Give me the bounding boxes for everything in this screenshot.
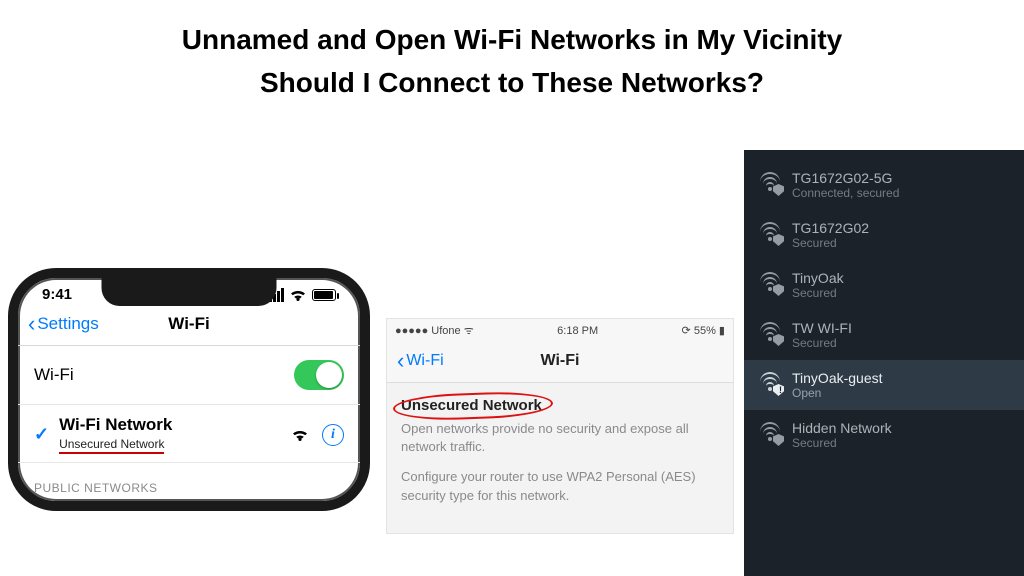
info-icon[interactable]: i — [322, 424, 344, 446]
mid-sync-icon: ⟳ — [682, 325, 694, 337]
wifi-toggle[interactable] — [294, 360, 344, 390]
public-networks-header: PUBLIC NETWORKS — [18, 463, 360, 501]
wifi-network-status: Secured — [792, 286, 844, 300]
back-button[interactable]: ‹ Settings — [28, 313, 99, 335]
wifi-network-name: Hidden Network — [792, 420, 892, 436]
unsecured-network-header: Unsecured Network — [401, 397, 542, 414]
windows-wifi-flyout: TG1672G02-5GConnected, securedTG1672G02S… — [744, 150, 1024, 576]
wifi-network-item[interactable]: TW WI-FISecured — [744, 310, 1024, 360]
ios-detail-screenshot: ●●●●● Ufone ᯤ 6:18 PM ⟳ 55% ▮ ‹ Wi-Fi Wi… — [386, 318, 734, 534]
mid-paragraph-1: Open networks provide no security and ex… — [401, 420, 719, 456]
mid-signal-dots: ●●●●● — [395, 325, 428, 337]
wifi-network-status: Connected, secured — [792, 186, 899, 200]
wifi-network-status: Secured — [792, 236, 869, 250]
page-title-line1: Unnamed and Open Wi-Fi Networks in My Vi… — [0, 0, 1024, 59]
mid-status-bar: ●●●●● Ufone ᯤ 6:18 PM ⟳ 55% ▮ — [387, 319, 733, 342]
wifi-network-item[interactable]: Hidden NetworkSecured — [744, 410, 1024, 460]
wifi-row-label: Wi-Fi — [34, 365, 74, 385]
mid-back-button[interactable]: ‹ Wi-Fi — [397, 350, 444, 372]
mid-nav-bar: ‹ Wi-Fi Wi-Fi — [387, 342, 733, 383]
wifi-secured-icon — [760, 322, 780, 342]
wifi-network-item[interactable]: ! TinyOak-guestOpen — [744, 360, 1024, 410]
mid-time: 6:18 PM — [557, 325, 598, 337]
wifi-network-name: TW WI-FI — [792, 320, 852, 336]
mid-battery-pct: 55% — [694, 325, 716, 337]
connected-network-row[interactable]: ✓ Wi-Fi Network Unsecured Network i — [18, 405, 360, 463]
wifi-open-icon: ! — [760, 372, 780, 392]
mid-battery-icon: ▮ — [719, 325, 725, 337]
wifi-signal-icon — [290, 427, 310, 443]
mid-nav-title: Wi-Fi — [541, 352, 580, 370]
wifi-network-item[interactable]: TinyOakSecured — [744, 260, 1024, 310]
wifi-network-name: TG1672G02 — [792, 220, 869, 236]
connected-network-name: Wi-Fi Network — [59, 415, 280, 435]
checkmark-icon: ✓ — [34, 424, 49, 445]
wifi-toggle-row[interactable]: Wi-Fi — [18, 346, 360, 405]
wifi-network-item[interactable]: TG1672G02Secured — [744, 210, 1024, 260]
wifi-secured-icon — [760, 172, 780, 192]
wifi-secured-icon — [760, 222, 780, 242]
mid-carrier: Ufone — [431, 325, 460, 337]
wifi-network-name: TG1672G02-5G — [792, 170, 899, 186]
wifi-network-item[interactable]: TG1672G02-5GConnected, secured — [744, 160, 1024, 210]
wifi-network-status: Secured — [792, 336, 852, 350]
nav-title: Wi-Fi — [168, 314, 209, 334]
wifi-network-name: TinyOak — [792, 270, 844, 286]
wifi-network-status: Secured — [792, 436, 892, 450]
nav-bar: ‹ Settings Wi-Fi — [18, 307, 360, 346]
connected-network-sub: Unsecured Network — [59, 437, 164, 454]
chevron-left-icon: ‹ — [397, 350, 404, 372]
wifi-network-name: TinyOak-guest — [792, 370, 883, 386]
battery-icon — [312, 289, 336, 301]
iphone-screenshot: 9:41 ‹ Settings Wi-Fi Wi-Fi ✓ Wi-Fi Netw… — [8, 268, 370, 576]
wifi-icon — [288, 287, 308, 303]
back-label: Settings — [37, 314, 98, 334]
mid-paragraph-2: Configure your router to use WPA2 Person… — [401, 468, 719, 504]
wifi-network-status: Open — [792, 386, 883, 400]
page-title-line2: Should I Connect to These Networks? — [0, 67, 1024, 99]
wifi-secured-icon — [760, 422, 780, 442]
wifi-secured-icon — [760, 272, 780, 292]
chevron-left-icon: ‹ — [28, 313, 35, 335]
mid-back-label: Wi-Fi — [406, 352, 443, 370]
mid-wifi-icon: ᯤ — [464, 325, 474, 337]
status-time: 9:41 — [42, 286, 72, 303]
iphone-notch — [102, 278, 277, 306]
